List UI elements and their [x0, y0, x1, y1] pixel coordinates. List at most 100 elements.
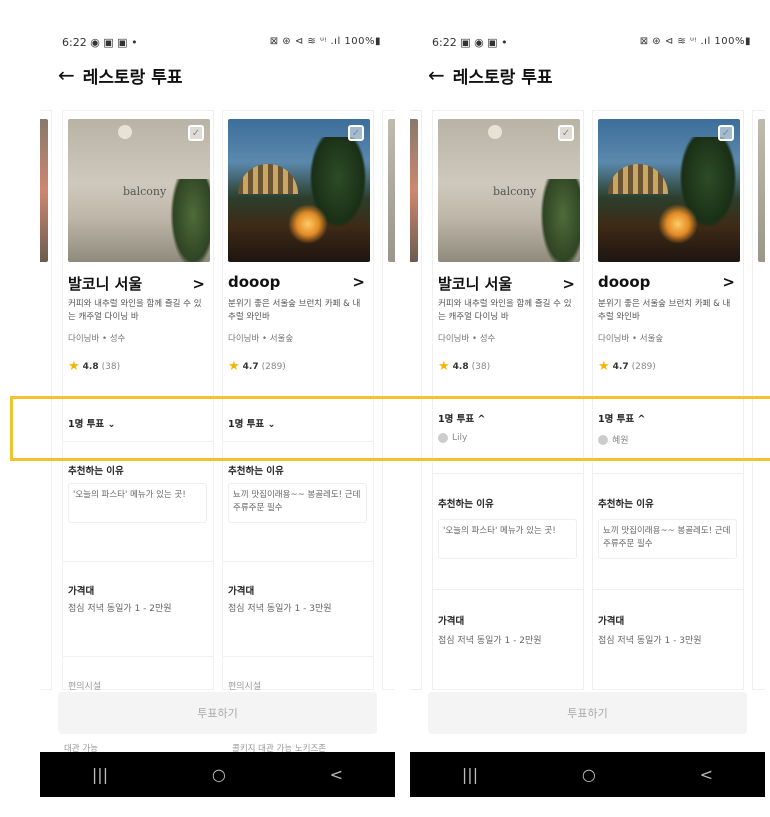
restaurant-card[interactable]: balcony ✓ 발코니 서울 > 커피와 내추럴 와인을 함께 즐길 수 있… [432, 110, 584, 690]
name-row[interactable]: 발코니 서울 > [438, 273, 575, 294]
umbrella-decoration [238, 164, 298, 194]
restaurant-carousel[interactable]: balcony ✓ 발코니 서울 > 커피와 내추럴 와인을 함께 즐길 수 있… [410, 110, 765, 690]
reason-title: 추천하는 이유 [438, 499, 494, 510]
back-icon[interactable]: < [700, 765, 713, 784]
page-title: 레스토랑 투표 [82, 67, 183, 88]
reason-title: 추천하는 이유 [598, 499, 654, 510]
divider [63, 561, 213, 562]
amenities-title: 편의시설 [228, 682, 262, 692]
divider [593, 396, 743, 397]
back-icon[interactable]: < [330, 765, 343, 784]
price-title: 가격대 [68, 586, 95, 597]
recent-apps-icon[interactable]: ||| [462, 765, 478, 784]
page-title: 레스토랑 투표 [452, 67, 553, 88]
review-count: (289) [261, 361, 286, 372]
light-decoration [288, 204, 328, 244]
restaurant-card-partial[interactable] [40, 110, 52, 690]
restaurant-photo [410, 119, 418, 262]
restaurant-card[interactable]: ✓ dooop > 분위기 좋은 서울숲 브런치 카페 & 내추럴 와인바 다이… [592, 110, 744, 690]
status-bar: 6:22 ▣ ◉ ▣ • ⊠ ⊛ ⊲ ≋ ᵘᵎ .ıl 100%▮ [432, 36, 751, 52]
star-icon: ★ [228, 359, 240, 374]
vote-count-toggle[interactable]: 1명 투표 ^ [598, 411, 737, 425]
restaurant-description: 커피와 내추럴 와인을 함께 즐길 수 있는 캐주얼 다이닝 바 [68, 299, 202, 322]
restaurant-name: 발코니 서울 [438, 275, 513, 293]
chevron-right-icon[interactable]: > [562, 275, 575, 293]
select-checkbox[interactable]: ✓ [188, 125, 204, 141]
restaurant-photo [388, 119, 395, 262]
vote-count-toggle[interactable]: 1명 투표 ⌄ [68, 416, 207, 430]
divider [593, 589, 743, 590]
select-checkbox[interactable]: ✓ [558, 125, 574, 141]
name-row[interactable]: dooop > [228, 273, 365, 291]
review-count: (38) [101, 361, 121, 372]
name-row[interactable]: 발코니 서울 > [68, 273, 205, 294]
plant-decoration [170, 179, 210, 262]
divider [223, 561, 373, 562]
avatar-icon [438, 433, 448, 443]
reason-title: 추천하는 이유 [228, 466, 284, 477]
photo-sign-text: balcony [123, 185, 167, 198]
chevron-right-icon[interactable]: > [192, 275, 205, 293]
restaurant-carousel[interactable]: balcony ✓ 발코니 서울 > 커피와 내추럴 와인을 함께 즐길 수 있… [40, 110, 395, 692]
voter-name: 혜원 [612, 436, 629, 446]
home-icon[interactable]: ○ [582, 765, 596, 784]
restaurant-card[interactable]: balcony ✓ 발코니 서울 > 커피와 내추럴 와인을 함께 즐길 수 있… [62, 110, 214, 692]
restaurant-name: dooop [598, 273, 651, 291]
avatar-icon [598, 434, 608, 445]
divider [63, 656, 213, 657]
app-bar: ← 레스토랑 투표 [58, 62, 183, 88]
divider [593, 473, 743, 474]
vote-count-toggle[interactable]: 1명 투표 ⌄ [228, 416, 367, 430]
recent-apps-icon[interactable]: ||| [92, 765, 108, 784]
restaurant-card-partial[interactable] [410, 110, 422, 690]
voter-row: 혜원 [598, 433, 629, 446]
restaurant-card[interactable]: ✓ dooop > 분위기 좋은 서울숲 브런치 카페 & 내추럴 와인바 다이… [222, 110, 374, 692]
restaurant-card-partial[interactable] [382, 110, 395, 690]
rating-score: 4.7 [612, 361, 629, 372]
chevron-right-icon[interactable]: > [722, 273, 735, 291]
restaurant-category: 다이닝바 • 서울숲 [228, 334, 294, 344]
select-checkbox[interactable]: ✓ [348, 125, 364, 141]
restaurant-card-partial[interactable] [752, 110, 765, 690]
vote-button[interactable]: 투표하기 [428, 692, 747, 734]
plant-decoration [540, 179, 580, 262]
restaurant-name: dooop [228, 273, 281, 291]
price-title: 가격대 [438, 616, 465, 627]
lamp-decoration [488, 125, 502, 139]
restaurant-name: 발코니 서울 [68, 275, 143, 293]
back-arrow-icon[interactable]: ← [58, 65, 75, 85]
app-bar: ← 레스토랑 투표 [428, 62, 553, 88]
reason-text: '오늘의 파스타' 메뉴가 있는 곳! [438, 519, 577, 559]
restaurant-description: 분위기 좋은 서울숲 브런치 카페 & 내추럴 와인바 [598, 299, 731, 322]
review-count: (289) [631, 361, 656, 372]
chevron-right-icon[interactable]: > [352, 273, 365, 291]
home-icon[interactable]: ○ [212, 765, 226, 784]
reason-text: 뇨끼 맛집이래용~~ 봉골레도! 근데 주류주문 필수 [598, 519, 737, 559]
price-title: 가격대 [228, 586, 255, 597]
restaurant-description: 커피와 내추럴 와인을 함께 즐길 수 있는 캐주얼 다이닝 바 [438, 299, 572, 322]
divider [433, 589, 583, 590]
rating: ★ 4.8 (38) [438, 359, 490, 374]
reason-text: '오늘의 파스타' 메뉴가 있는 곳! [68, 483, 207, 523]
status-right: ⊠ ⊛ ⊲ ≋ ᵘᵎ .ıl 100%▮ [269, 36, 381, 47]
star-icon: ★ [68, 359, 80, 374]
light-decoration [658, 204, 698, 244]
restaurant-category: 다이닝바 • 서울숲 [598, 334, 664, 344]
rating: ★ 4.7 (289) [598, 359, 656, 374]
select-checkbox[interactable]: ✓ [718, 125, 734, 141]
vote-count-toggle[interactable]: 1명 투표 ^ [438, 411, 577, 425]
phone-screen-collapsed: 6:22 ◉ ▣ ▣ • ⊠ ⊛ ⊲ ≋ ᵘᵎ .ıl 100%▮ ← 레스토랑… [40, 0, 395, 797]
star-icon: ★ [598, 359, 610, 374]
rating-score: 4.8 [82, 361, 99, 372]
rating: ★ 4.8 (38) [68, 359, 120, 374]
vote-button[interactable]: 투표하기 [58, 692, 377, 734]
status-left: 6:22 ◉ ▣ ▣ • [62, 36, 138, 49]
back-arrow-icon[interactable]: ← [428, 65, 445, 85]
restaurant-photo: balcony ✓ [438, 119, 580, 262]
rating-score: 4.8 [452, 361, 469, 372]
restaurant-description: 분위기 좋은 서울숲 브런치 카페 & 내추럴 와인바 [228, 299, 361, 322]
name-row[interactable]: dooop > [598, 273, 735, 291]
phone-screen-expanded: 6:22 ▣ ◉ ▣ • ⊠ ⊛ ⊲ ≋ ᵘᵎ .ıl 100%▮ ← 레스토랑… [410, 0, 765, 797]
reason-text: 뇨끼 맛집이래용~~ 봉골레도! 근데 주류주문 필수 [228, 483, 367, 523]
divider [63, 441, 213, 442]
